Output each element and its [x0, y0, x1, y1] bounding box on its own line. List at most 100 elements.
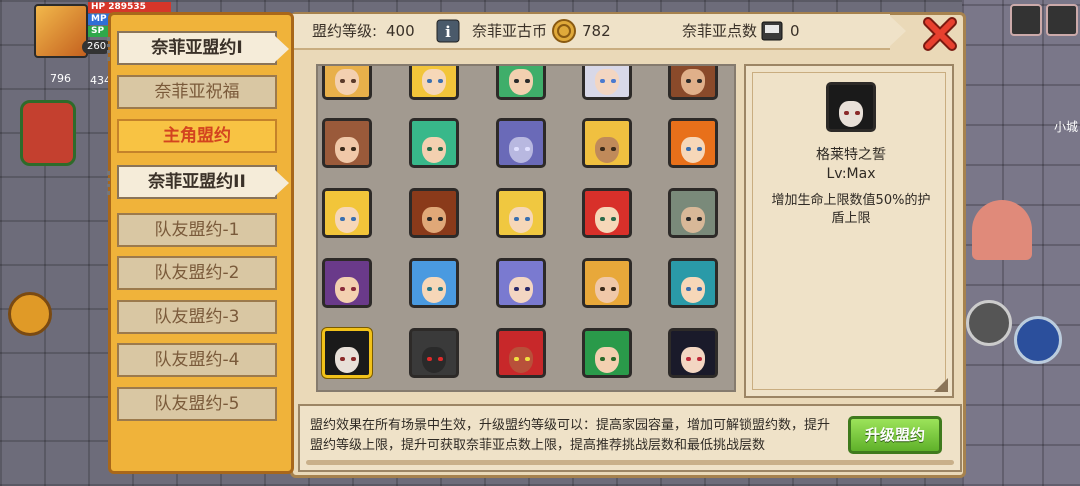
- close-button[interactable]: [920, 16, 960, 52]
- detail-level: Lv:Max: [826, 166, 876, 182]
- mp-bar-label: MP: [91, 14, 107, 24]
- covenant-portrait-15[interactable]: [668, 188, 718, 238]
- covenant-portrait-10[interactable]: [668, 118, 718, 168]
- points-value: 0: [790, 22, 800, 40]
- expand-icon[interactable]: [1046, 4, 1078, 36]
- portrait-eye: [340, 147, 345, 151]
- stat-a: 796: [50, 72, 71, 85]
- covenant-portrait-1[interactable]: [322, 66, 372, 100]
- points-label: 奈菲亚点数: [682, 22, 758, 40]
- portrait-eye: [855, 111, 860, 115]
- portrait-eye: [438, 79, 443, 83]
- covenant-portrait-23[interactable]: [496, 328, 546, 378]
- portrait-eye: [427, 147, 432, 151]
- sidebar-tab-6[interactable]: 队友盟约-2: [117, 256, 277, 290]
- portrait-eye: [611, 217, 616, 221]
- close-icon: [923, 17, 957, 51]
- binder-spiral-icon: [107, 171, 126, 195]
- covenant-portrait-11[interactable]: [322, 188, 372, 238]
- sidebar-tab-2[interactable]: 奈菲亚祝福: [117, 75, 277, 109]
- map-icon[interactable]: [1010, 4, 1042, 36]
- portrait-eye: [697, 79, 702, 83]
- detail-portrait: [826, 82, 876, 132]
- portrait-eye: [427, 287, 432, 291]
- covenant-portrait-5[interactable]: [668, 66, 718, 100]
- portrait-eye: [438, 217, 443, 221]
- ring-item-icon: [8, 292, 52, 336]
- covenant-portrait-17[interactable]: [409, 258, 459, 308]
- sidebar-tab-5[interactable]: 队友盟约-1: [117, 213, 277, 247]
- covenant-portrait-14[interactable]: [582, 188, 632, 238]
- covenant-portrait-25[interactable]: [668, 328, 718, 378]
- footer-scrollbar[interactable]: [306, 460, 954, 465]
- portrait-eye: [427, 79, 432, 83]
- covenant-portrait-19[interactable]: [582, 258, 632, 308]
- sidebar-tab-7[interactable]: 队友盟约-3: [117, 300, 277, 334]
- covenant-portrait-7[interactable]: [409, 118, 459, 168]
- sidebar-tab-label: 队友盟约-4: [154, 350, 240, 370]
- covenant-portrait-18[interactable]: [496, 258, 546, 308]
- sidebar-tab-8[interactable]: 队友盟约-4: [117, 343, 277, 377]
- covenant-portrait-grid: [316, 64, 736, 392]
- portrait-eye: [697, 357, 702, 361]
- sidebar-tab-1[interactable]: 奈菲亚盟约I: [107, 31, 289, 65]
- covenant-portrait-2[interactable]: [409, 66, 459, 100]
- portrait-eye: [438, 357, 443, 361]
- coin-value: 782: [582, 22, 611, 40]
- portrait-eye: [844, 111, 849, 115]
- covenant-portrait-20[interactable]: [668, 258, 718, 308]
- portrait-eye: [514, 79, 519, 83]
- swap-button[interactable]: [966, 300, 1012, 346]
- panel-header: 盟约等级: 400 i 奈菲亚古币 782 奈菲亚点数 0: [290, 14, 890, 50]
- portrait-eye: [438, 147, 443, 151]
- info-icon[interactable]: i: [436, 19, 460, 43]
- portrait-eye: [514, 147, 519, 151]
- portrait-eye: [600, 147, 605, 151]
- portrait-eye: [600, 287, 605, 291]
- covenant-portrait-13[interactable]: [496, 188, 546, 238]
- sidebar-tab-9[interactable]: 队友盟约-5: [117, 387, 277, 421]
- sidebar-tab-label: 队友盟约-5: [154, 394, 240, 414]
- covenant-portrait-8[interactable]: [496, 118, 546, 168]
- covenant-portrait-16[interactable]: [322, 258, 372, 308]
- sidebar-tab-label: 队友盟约-3: [154, 307, 240, 327]
- upgrade-covenant-button[interactable]: 升级盟约: [848, 416, 942, 454]
- covenant-portrait-12[interactable]: [409, 188, 459, 238]
- sidebar-tab-3[interactable]: 主角盟约: [117, 119, 277, 153]
- coin-icon: [552, 19, 576, 43]
- portrait-eye: [340, 287, 345, 291]
- hp-bar-label: HP: [91, 2, 106, 12]
- portrait-eye: [525, 147, 530, 151]
- area-label: 小城: [1054, 120, 1079, 134]
- player-avatar[interactable]: [34, 4, 88, 58]
- covenant-portrait-22[interactable]: [409, 328, 459, 378]
- portrait-eye: [611, 287, 616, 291]
- portrait-eye: [686, 357, 691, 361]
- portrait-eye: [340, 79, 345, 83]
- covenant-detail-panel: 格莱特之誓 Lv:Max 增加生命上限数值50%的护盾上限: [744, 64, 954, 398]
- binder-spiral-icon: [107, 37, 126, 61]
- covenant-portrait-9[interactable]: [582, 118, 632, 168]
- portrait-eye: [697, 287, 702, 291]
- detail-corner-decoration: [934, 378, 948, 392]
- covenant-portrait-3[interactable]: [496, 66, 546, 100]
- detail-name: 格莱特之誓: [816, 147, 886, 163]
- covenant-portrait-21[interactable]: [322, 328, 372, 378]
- portrait-eye: [525, 287, 530, 291]
- sidebar-tab-label: 队友盟约-2: [154, 263, 240, 283]
- header-flag-decoration: [888, 14, 906, 48]
- covenant-portrait-6[interactable]: [322, 118, 372, 168]
- settings-hex-button[interactable]: [1014, 316, 1062, 364]
- portrait-eye: [514, 217, 519, 221]
- portrait-eye: [611, 147, 616, 151]
- sidebar-tab-label: 奈菲亚盟约I: [151, 38, 243, 58]
- potion-jar-decoration: [20, 100, 76, 166]
- portrait-eye: [351, 147, 356, 151]
- detail-description: 增加生命上限数值50%的护盾上限: [771, 193, 931, 226]
- covenant-level-value: 400: [386, 22, 415, 40]
- portrait-eye: [351, 217, 356, 221]
- sp-bar-label: SP: [91, 26, 105, 36]
- covenant-portrait-4[interactable]: [582, 66, 632, 100]
- sidebar-tab-4[interactable]: 奈菲亚盟约II: [107, 165, 289, 199]
- covenant-portrait-24[interactable]: [582, 328, 632, 378]
